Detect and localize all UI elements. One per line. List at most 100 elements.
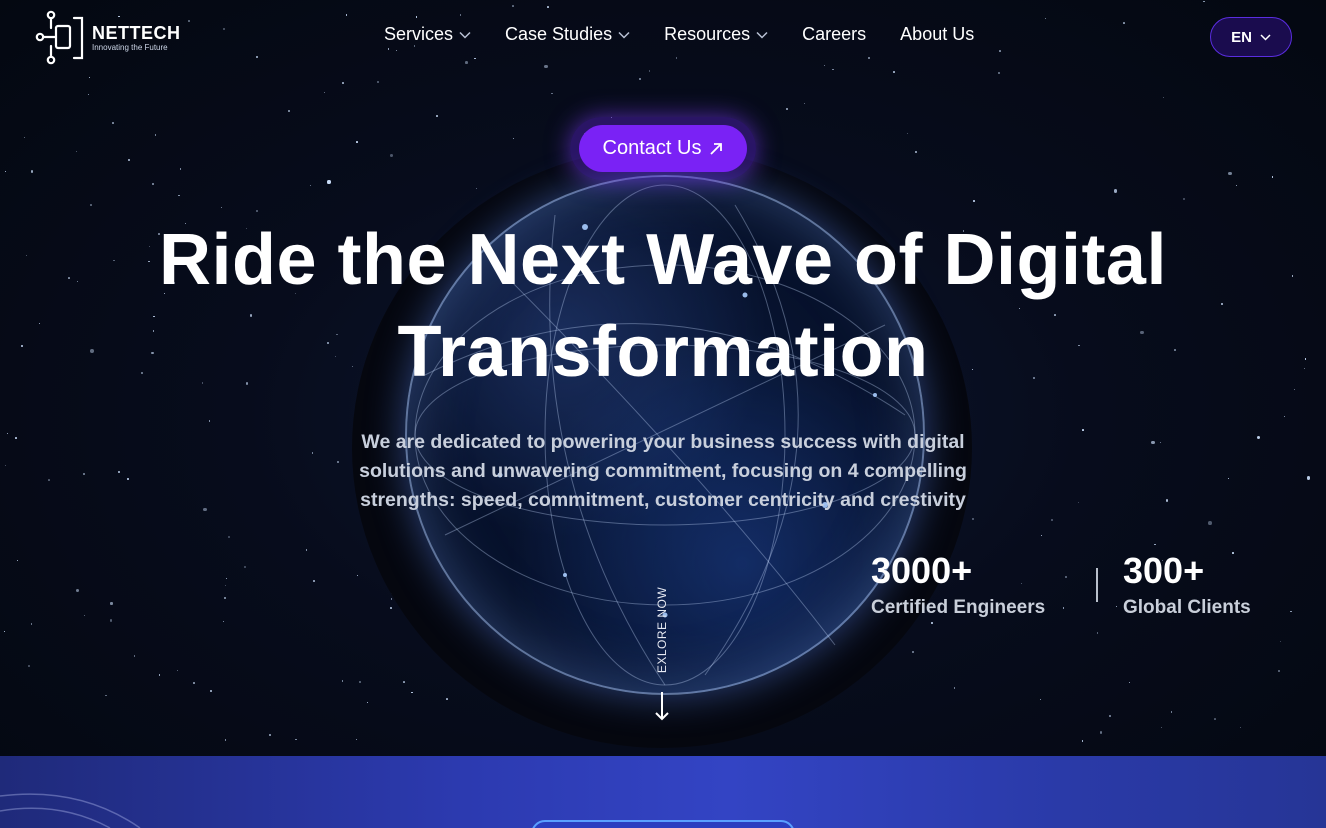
star-dot <box>1277 670 1280 672</box>
star-dot <box>1096 632 1099 635</box>
nav-item-case-studies[interactable]: Case Studies <box>505 24 630 45</box>
star-dot <box>224 739 227 741</box>
star-dot <box>551 92 553 95</box>
star-dot <box>998 71 1001 74</box>
subtext-line-2: solutions and unwavering commitment, foc… <box>359 460 967 482</box>
star-dot <box>1306 476 1311 480</box>
stat-engineers: 3000+ Certified Engineers <box>871 551 1045 621</box>
star-dot <box>177 194 180 197</box>
star-dot <box>256 55 258 58</box>
star-dot <box>28 664 31 667</box>
star-dot <box>1064 575 1067 578</box>
star-dot <box>268 734 271 737</box>
nav-item-label: Case Studies <box>505 24 613 44</box>
star-dot <box>75 150 77 152</box>
star-dot <box>512 5 514 7</box>
language-selector[interactable]: EN <box>1210 17 1292 57</box>
star-dot <box>179 167 182 170</box>
star-dot <box>415 16 418 18</box>
star-dot <box>832 68 834 71</box>
star-dot <box>445 697 448 700</box>
contact-us-label: Contact Us <box>602 137 702 159</box>
stat-divider <box>1096 568 1098 602</box>
star-dot <box>158 674 161 676</box>
nav-item-services[interactable]: Services <box>384 24 471 45</box>
star-dot <box>1213 718 1216 721</box>
star-dot <box>1160 442 1162 444</box>
chevron-down-icon <box>756 31 768 39</box>
star-dot <box>341 680 344 682</box>
star-dot <box>390 154 393 157</box>
star-dot <box>1165 499 1169 503</box>
star-dot <box>376 80 380 83</box>
star-dot <box>309 184 312 187</box>
star-dot <box>366 701 369 703</box>
star-dot <box>465 61 469 64</box>
star-dot <box>47 479 50 482</box>
star-dot <box>1203 0 1205 3</box>
star-dot <box>133 655 135 657</box>
star-dot <box>1161 726 1163 728</box>
star-dot <box>1236 185 1238 187</box>
star-dot <box>1082 429 1084 431</box>
star-dot <box>1170 710 1173 713</box>
brand-logo[interactable]: NETTECH Innovating the Future <box>34 10 181 66</box>
star-dot <box>675 57 678 59</box>
star-dot <box>1290 610 1292 613</box>
nav-item-about-us[interactable]: About Us <box>900 24 974 45</box>
next-section-band <box>0 756 1326 828</box>
contact-us-button[interactable]: Contact Us <box>579 125 747 172</box>
star-dot <box>152 182 155 185</box>
star-dot <box>210 690 212 692</box>
star-dot <box>243 565 246 568</box>
brand-name: NETTECH <box>92 23 181 43</box>
star-dot <box>294 738 297 741</box>
star-dot <box>1099 730 1103 734</box>
star-dot <box>3 631 6 633</box>
star-dot <box>341 82 344 85</box>
star-dot <box>1123 21 1126 24</box>
section-button[interactable] <box>531 820 795 828</box>
star-dot <box>16 559 18 561</box>
star-dot <box>126 477 129 481</box>
star-dot <box>345 14 348 16</box>
headline-line-2: Transformation <box>397 312 929 392</box>
star-dot <box>973 200 975 202</box>
headline-line-1: Ride the Next Wave of Digital <box>159 220 1167 300</box>
stat-label: Global Clients <box>1123 597 1251 618</box>
star-dot <box>907 132 909 134</box>
star-dot <box>155 134 157 136</box>
star-dot <box>1063 607 1065 609</box>
nav-item-resources[interactable]: Resources <box>664 24 768 45</box>
chevron-down-icon <box>618 31 630 39</box>
brand-tagline: Innovating the Future <box>92 43 168 52</box>
star-dot <box>112 122 114 125</box>
star-dot <box>1050 519 1053 522</box>
star-dot <box>1207 521 1212 525</box>
star-dot <box>1228 171 1232 176</box>
star-dot <box>1154 544 1156 546</box>
star-dot <box>547 6 549 8</box>
star-dot <box>953 686 956 689</box>
subtext-line-1: We are dedicated to powering your busine… <box>361 431 965 453</box>
star-dot <box>413 45 416 47</box>
star-dot <box>176 669 179 672</box>
nav-item-careers[interactable]: Careers <box>802 24 866 45</box>
star-dot <box>1151 440 1155 444</box>
star-dot <box>972 518 974 521</box>
star-dot <box>390 597 393 600</box>
star-dot <box>803 103 805 105</box>
star-dot <box>914 151 917 153</box>
star-dot <box>76 589 80 593</box>
arrow-up-right-icon <box>710 142 723 155</box>
star-dot <box>220 206 223 208</box>
star-dot <box>1041 534 1043 537</box>
explore-now-label: EXLORE NOW <box>655 586 669 674</box>
star-dot <box>1256 436 1260 440</box>
star-dot <box>1109 715 1111 718</box>
star-dot <box>931 621 933 624</box>
star-dot <box>193 682 195 685</box>
star-dot <box>327 180 331 184</box>
star-dot <box>867 57 870 60</box>
hero-section: NETTECH Innovating the Future Services C… <box>0 0 1326 756</box>
